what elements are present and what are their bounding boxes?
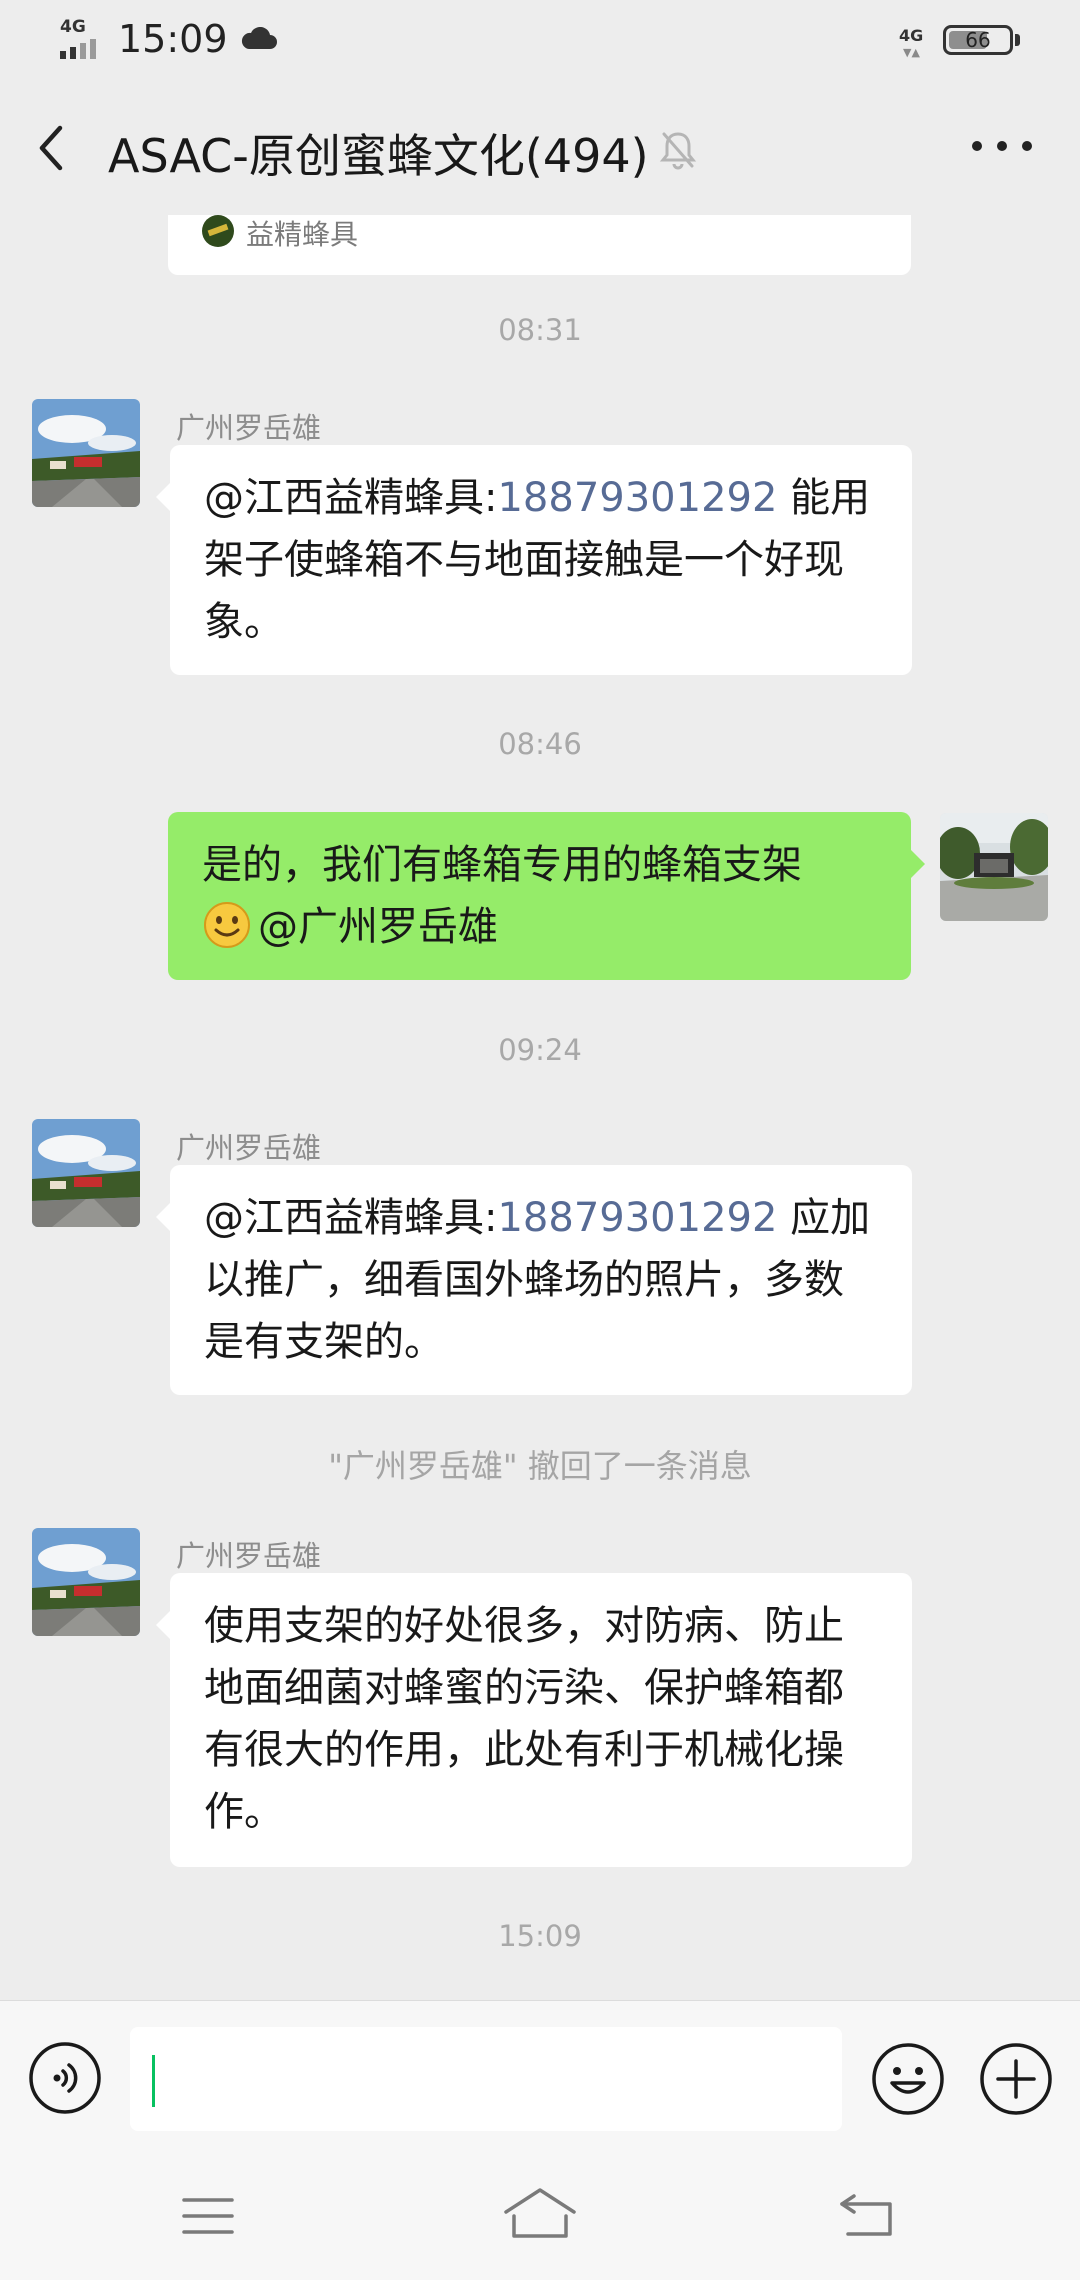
- phone-link[interactable]: 18879301292: [497, 475, 777, 521]
- system-nav-bar: [0, 2150, 1080, 2280]
- mention-text: @广州罗岳雄: [258, 904, 498, 950]
- text-cursor: [152, 2055, 155, 2107]
- network-label: 4G: [899, 26, 924, 45]
- status-time: 15:09: [118, 17, 228, 61]
- voice-icon: [29, 2042, 101, 2114]
- message-bubble[interactable]: @江西益精蜂具:18879301292 能用架子使蜂箱不与地面接触是一个好现象。: [156, 445, 912, 675]
- signal-label: 4G: [60, 17, 86, 37]
- smiley-emoji-icon: [204, 902, 250, 948]
- return-icon: [840, 2194, 892, 2236]
- avatar[interactable]: [32, 1528, 140, 1636]
- nav-back-button[interactable]: [838, 2190, 898, 2240]
- message-text: 使用支架的好处很多，对防病、防止地面细菌对蜂蜜的污染、保护蜂箱都有很大的作用，此…: [204, 1603, 844, 1835]
- timestamp: 15:09: [498, 1919, 582, 1953]
- sender-name: 广州罗岳雄: [176, 1131, 322, 1165]
- home-icon: [504, 2188, 576, 2238]
- message-bubble[interactable]: 使用支架的好处很多，对防病、防止地面细菌对蜂蜜的污染、保护蜂箱都有很大的作用，此…: [156, 1573, 912, 1867]
- mention-text: @江西益精蜂具:: [204, 475, 498, 521]
- more-dots-icon: [972, 141, 982, 151]
- mention-text: @江西益精蜂具:: [204, 1195, 498, 1241]
- menu-icon: [182, 2198, 234, 2234]
- message-text: 是的，我们有蜂箱专用的蜂箱支架: [202, 842, 802, 888]
- timestamp: 09:24: [498, 1033, 582, 1067]
- nav-home-button[interactable]: [502, 2186, 578, 2242]
- signal-icon: 4G: [58, 17, 104, 61]
- card-source-avatar: [202, 215, 234, 247]
- bell-off-icon: [659, 132, 697, 170]
- avatar[interactable]: [32, 399, 140, 507]
- message-bubble[interactable]: @江西益精蜂具:18879301292 应加以推广，细看国外蜂场的照片，多数是有…: [156, 1165, 912, 1395]
- plus-icon: [980, 2043, 1052, 2115]
- card-source-name: 益精蜂具: [246, 218, 359, 251]
- back-button[interactable]: [30, 118, 80, 178]
- chat-header: ASAC-原创蜜蜂文化(494): [0, 80, 1080, 215]
- avatar[interactable]: [32, 1119, 140, 1227]
- sender-name: 广州罗岳雄: [176, 411, 322, 445]
- message-bubble-outgoing[interactable]: 是的，我们有蜂箱专用的蜂箱支架 @广州罗岳雄: [168, 812, 925, 980]
- emoji-button[interactable]: [870, 2041, 946, 2117]
- my-avatar[interactable]: [940, 813, 1048, 921]
- timestamp: 08:46: [498, 727, 582, 761]
- message-input[interactable]: [130, 2027, 842, 2131]
- recall-notice: "广州罗岳雄" 撤回了一条消息: [328, 1447, 752, 1485]
- avatar-road-image: [32, 1528, 140, 1636]
- more-button[interactable]: [972, 126, 1032, 166]
- battery-icon: 66: [943, 25, 1013, 55]
- battery-level: 66: [965, 28, 991, 52]
- message-list[interactable]: 益精蜂具 08:31 广州罗岳雄 @江西益精蜂具:18879301292 能用架…: [0, 215, 1080, 2000]
- avatar-road-image: [32, 399, 140, 507]
- timestamp: 08:31: [498, 313, 582, 347]
- shared-card[interactable]: 益精蜂具: [168, 215, 911, 275]
- sender-name: 广州罗岳雄: [176, 1539, 322, 1573]
- avatar-road-image: [32, 1119, 140, 1227]
- chat-title: ASAC-原创蜜蜂文化(494): [108, 129, 649, 183]
- nav-menu-button[interactable]: [180, 2194, 236, 2238]
- chat-input-bar: [0, 2000, 1080, 2150]
- network-icon: 4G ▼▲: [899, 26, 924, 59]
- back-arrow-icon: [39, 125, 63, 171]
- plus-button[interactable]: [978, 2041, 1054, 2117]
- emoji-icon: [872, 2043, 944, 2115]
- voice-button[interactable]: [28, 2041, 102, 2115]
- phone-link[interactable]: 18879301292: [497, 1195, 777, 1241]
- avatar-garden-image: [940, 813, 1048, 921]
- status-bar: 4G 15:09 4G ▼▲ 66: [0, 0, 1080, 80]
- cloud-icon: [241, 27, 277, 49]
